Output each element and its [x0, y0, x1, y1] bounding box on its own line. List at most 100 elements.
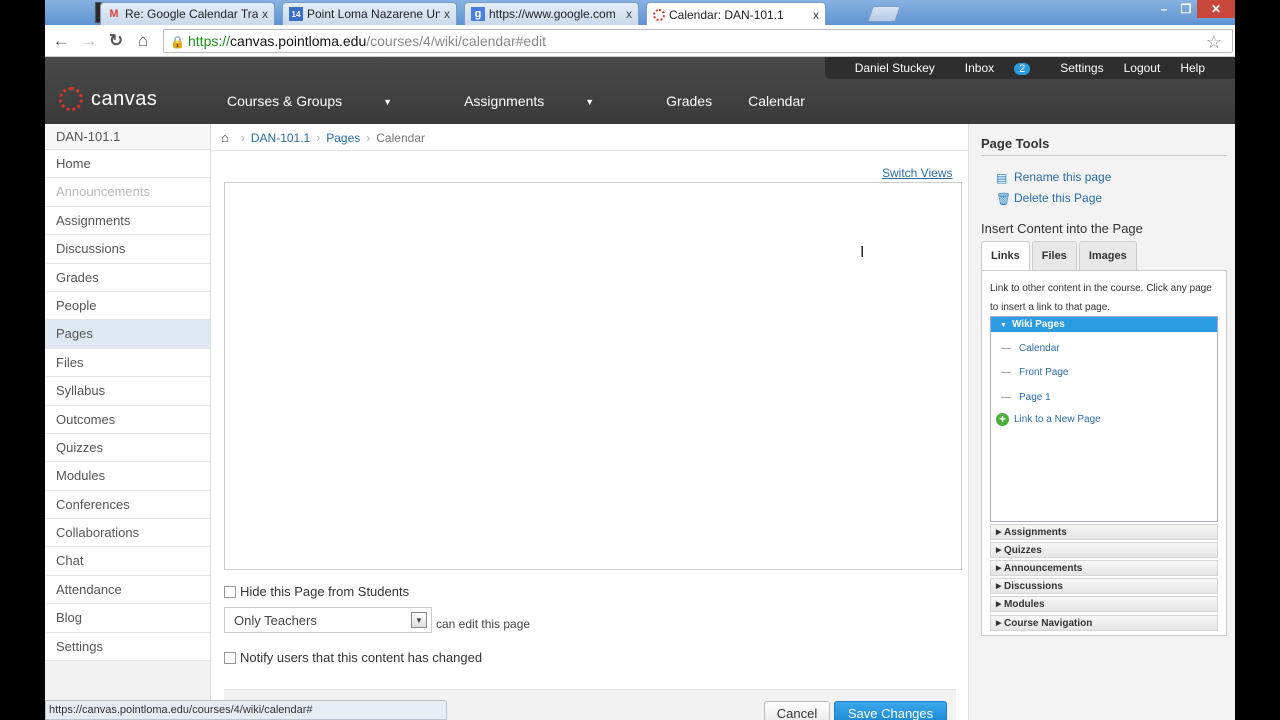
- sidebar-item-pages[interactable]: Pages: [45, 320, 210, 349]
- settings-link[interactable]: Settings: [1060, 61, 1103, 75]
- nav-label: Courses & Groups: [227, 93, 343, 109]
- switch-views-link[interactable]: Switch Views: [882, 166, 952, 180]
- inbox-link[interactable]: Inbox 2: [955, 61, 1040, 75]
- canvas-logo[interactable]: canvas: [59, 87, 157, 111]
- hide-from-students-label: Hide this Page from Students: [240, 584, 410, 599]
- wiki-page-item[interactable]: — Calendar: [1001, 343, 1060, 354]
- page-editor-textarea[interactable]: [224, 182, 962, 570]
- sidebar-item-outcomes[interactable]: Outcomes: [45, 405, 210, 434]
- user-name-link[interactable]: Daniel Stuckey: [855, 61, 935, 75]
- breadcrumb-pages[interactable]: Pages: [326, 131, 360, 145]
- nav-grades[interactable]: Grades: [666, 93, 712, 109]
- address-bar: ← → ↻ ⌂ 🔒 https:// canvas.pointloma.edu …: [45, 25, 1235, 57]
- cancel-button[interactable]: Cancel: [764, 701, 830, 720]
- home-icon[interactable]: ⌂: [221, 130, 229, 145]
- triangle-right-icon: ▶: [996, 601, 1002, 608]
- section-label: Modules: [1004, 599, 1045, 610]
- inbox-label: Inbox: [964, 61, 995, 75]
- url-scheme: https://: [188, 33, 231, 49]
- sidebar-item-home[interactable]: Home: [45, 150, 210, 179]
- nav-calendar[interactable]: Calendar: [748, 93, 805, 109]
- rename-page-link[interactable]: ▤ Rename this page: [996, 170, 1111, 185]
- reload-icon[interactable]: ↻: [106, 31, 126, 51]
- sidebar-item-collaborations[interactable]: Collaborations: [45, 519, 210, 548]
- link-new-page[interactable]: + Link to a New Page: [996, 413, 1101, 426]
- tab-links[interactable]: Links: [981, 241, 1030, 271]
- triangle-right-icon: ▶: [996, 620, 1002, 627]
- hide-from-students-checkbox[interactable]: [224, 585, 236, 598]
- close-icon[interactable]: x: [262, 7, 268, 21]
- insert-content-tabs: Links Files Images: [981, 241, 1139, 271]
- lock-icon: 🔒: [170, 35, 185, 49]
- tab-files[interactable]: Files: [1031, 241, 1077, 270]
- tab-label: Point Loma Nazarene Uni: [307, 7, 440, 21]
- sidebar-item-syllabus[interactable]: Syllabus: [45, 377, 210, 406]
- sidebar-item-quizzes[interactable]: Quizzes: [45, 433, 210, 463]
- browser-tab-strip: M Re: Google Calendar Train x 14 Point L…: [45, 0, 1235, 26]
- sidebar-item-announcements[interactable]: Announcements: [45, 178, 210, 207]
- tab-label: Re: Google Calendar Train: [125, 7, 258, 21]
- sidebar-item-blog[interactable]: Blog: [45, 604, 210, 633]
- section-discussions[interactable]: ▶ Discussions: [990, 578, 1218, 594]
- browser-tab-google[interactable]: g https://www.google.com x: [464, 2, 639, 25]
- browser-tab-canvas[interactable]: Calendar: DAN-101.1 x: [646, 2, 826, 26]
- sidebar-item-chat[interactable]: Chat: [45, 547, 210, 576]
- back-icon[interactable]: ←: [51, 31, 71, 51]
- sidebar-item-assignments[interactable]: Assignments: [45, 206, 210, 236]
- save-changes-button[interactable]: Save Changes: [834, 701, 947, 720]
- window-close-icon[interactable]: ✕: [1197, 0, 1235, 18]
- triangle-down-icon: ▼: [1000, 322, 1007, 329]
- browser-tab-plnu[interactable]: 14 Point Loma Nazarene Uni x: [282, 2, 457, 25]
- sidebar-item-settings[interactable]: Settings: [45, 632, 210, 662]
- wiki-page-label: Page 1: [1019, 392, 1051, 403]
- sidebar-item-grades[interactable]: Grades: [45, 263, 210, 292]
- home-icon[interactable]: ⌂: [133, 31, 153, 51]
- sidebar-item-conferences[interactable]: Conferences: [45, 490, 210, 520]
- browser-tab-gmail[interactable]: M Re: Google Calendar Train x: [100, 2, 275, 25]
- forward-icon[interactable]: →: [79, 31, 99, 51]
- breadcrumb-divider: [211, 150, 968, 151]
- editing-roles-select[interactable]: Only Teachers ▼: [224, 607, 432, 633]
- course-title[interactable]: DAN-101.1: [45, 124, 210, 150]
- wiki-page-item[interactable]: — Front Page: [1001, 367, 1068, 378]
- bookmark-star-icon[interactable]: ☆: [1206, 32, 1222, 53]
- close-icon[interactable]: x: [626, 7, 632, 21]
- section-quizzes[interactable]: ▶ Quizzes: [990, 542, 1218, 558]
- help-link[interactable]: Help: [1180, 61, 1205, 75]
- new-tab-button[interactable]: [867, 6, 901, 22]
- tab-label: Calendar: DAN-101.1: [669, 7, 784, 22]
- section-course-navigation[interactable]: ▶ Course Navigation: [990, 615, 1218, 631]
- nav-courses-groups[interactable]: Courses & Groups ▼: [227, 93, 428, 109]
- hide-from-students-row: Hide this Page from Students: [224, 584, 409, 599]
- url-input[interactable]: 🔒 https:// canvas.pointloma.edu /courses…: [163, 29, 1233, 53]
- wiki-page-item[interactable]: — Page 1: [1001, 392, 1051, 403]
- notify-users-checkbox[interactable]: [224, 651, 236, 664]
- sidebar-item-discussions[interactable]: Discussions: [45, 235, 210, 264]
- sidebar-item-modules[interactable]: Modules: [45, 462, 210, 491]
- inbox-count-badge: 2: [1014, 63, 1031, 75]
- close-icon[interactable]: x: [444, 7, 450, 21]
- tab-label: https://www.google.com: [489, 7, 616, 21]
- text-cursor-icon: I: [860, 244, 865, 261]
- section-announcements[interactable]: ▶ Announcements: [990, 560, 1218, 576]
- sidebar-item-attendance[interactable]: Attendance: [45, 575, 210, 605]
- section-modules[interactable]: ▶ Modules: [990, 596, 1218, 612]
- wiki-pages-header[interactable]: ▼ Wiki Pages: [991, 317, 1217, 332]
- sidebar-item-files[interactable]: Files: [45, 348, 210, 378]
- breadcrumb-separator-icon: ›: [366, 130, 371, 145]
- minimize-icon[interactable]: –: [1153, 0, 1175, 18]
- breadcrumb-current: Calendar: [376, 130, 425, 145]
- status-bar-url: https://canvas.pointloma.edu/courses/4/w…: [45, 700, 447, 720]
- sidebar-item-people[interactable]: People: [45, 291, 210, 321]
- nav-assignments[interactable]: Assignments ▼: [464, 93, 630, 109]
- logout-link[interactable]: Logout: [1124, 61, 1161, 75]
- breadcrumb-course[interactable]: DAN-101.1: [251, 131, 310, 145]
- tab-images[interactable]: Images: [1078, 241, 1137, 270]
- close-icon[interactable]: x: [813, 8, 819, 22]
- maximize-icon[interactable]: ❐: [1175, 0, 1197, 18]
- google-icon: g: [471, 7, 485, 21]
- section-assignments[interactable]: ▶ Assignments: [990, 524, 1218, 540]
- editing-roles-value: Only Teachers: [234, 612, 317, 628]
- delete-page-link[interactable]: 🗑 Delete this Page: [996, 191, 1102, 206]
- insert-content-title: Insert Content into the Page: [981, 221, 1143, 236]
